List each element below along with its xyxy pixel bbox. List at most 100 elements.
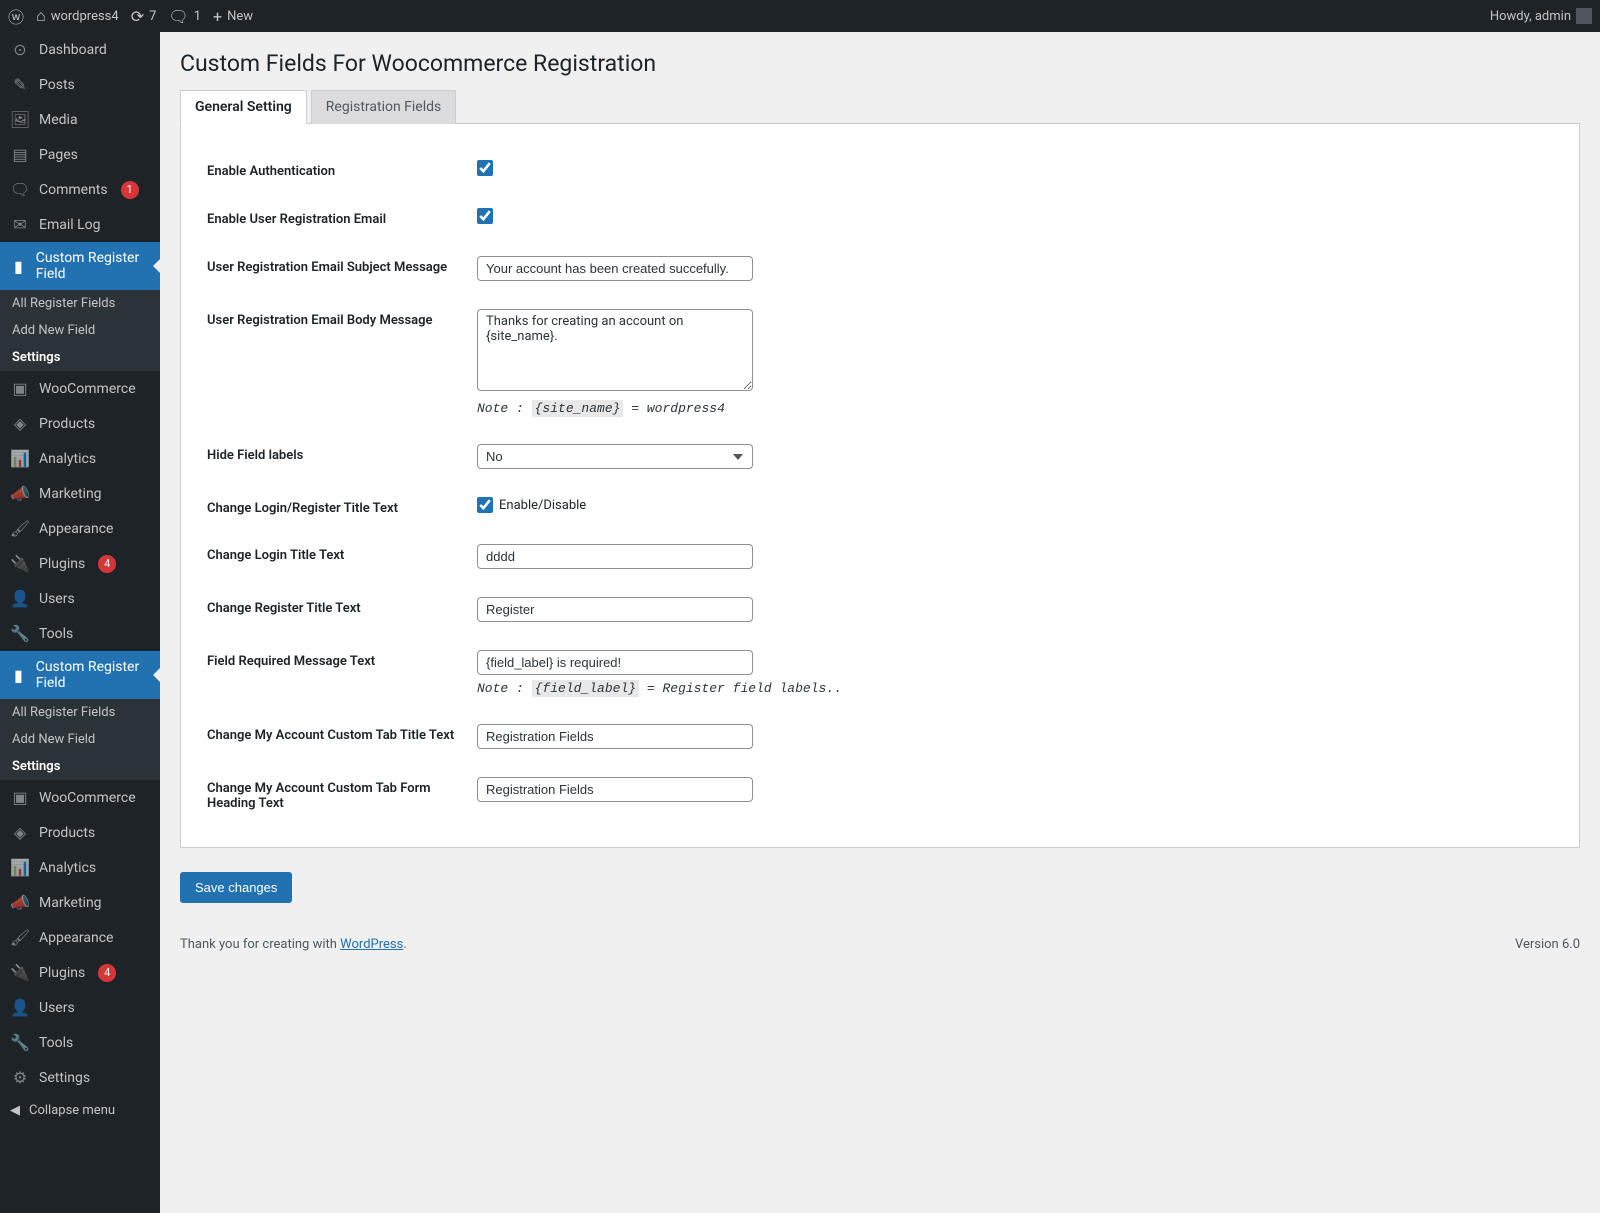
woo-icon: ▣ [10, 788, 30, 807]
comments-count: 1 [194, 9, 201, 24]
collapse-menu[interactable]: ◀Collapse menu [0, 1095, 160, 1126]
plus-icon: + [213, 7, 222, 26]
email-subject-input[interactable] [477, 256, 753, 281]
sidebar-item-email-log[interactable]: ✉Email Log [0, 207, 160, 242]
page-title: Custom Fields For Woocommerce Registrati… [180, 32, 1580, 89]
sidebar-label: Media [39, 112, 78, 128]
sidebar-item-woocommerce[interactable]: ▣ WooCommerce [0, 371, 160, 406]
media-icon: 🖼 [10, 110, 30, 129]
tab-heading-input[interactable] [477, 777, 753, 802]
marketing-icon: 📣 [10, 893, 30, 912]
required-msg-input[interactable] [477, 650, 753, 675]
sidebar-item-custom-register-dup[interactable]: ▮Custom Register Field [0, 651, 160, 699]
sidebar-label: Dashboard [39, 42, 107, 58]
wrench-icon: 🔧 [10, 624, 30, 643]
sidebar-sub-settings-dup[interactable]: Settings [0, 753, 160, 780]
footer-wordpress-link[interactable]: WordPress [340, 937, 403, 952]
sidebar-label: Plugins [39, 965, 85, 981]
change-title-checkbox[interactable] [477, 497, 493, 513]
note-eq: = Register field labels.. [647, 681, 842, 696]
plugins-badge: 4 [98, 555, 116, 573]
products-icon: ◈ [10, 414, 30, 433]
sidebar-item-marketing[interactable]: 📣Marketing [0, 476, 160, 511]
dashboard-icon: ⊙ [10, 40, 30, 59]
sidebar-item-appearance[interactable]: 🖌Appearance [0, 511, 160, 546]
sidebar-item-users-dup[interactable]: 👤 Users [0, 990, 160, 1025]
analytics-icon: 📊 [10, 449, 30, 468]
sidebar-item-analytics-dup[interactable]: 📊Analytics [0, 850, 160, 885]
tabs: General Setting Registration Fields [180, 89, 1580, 124]
sidebar-item-custom-register[interactable]: ▮Custom Register Field [0, 242, 160, 290]
sidebar-label: WooCommerce [39, 790, 136, 806]
login-title-label: Change Login Title Text [207, 544, 477, 569]
sidebar-item-users[interactable]: 👤 Users [0, 581, 160, 616]
sidebar-item-media[interactable]: 🖼 Media [0, 102, 160, 137]
comment-icon: 🗨 [168, 7, 188, 26]
sidebar-item-products-dup[interactable]: ◈Products [0, 815, 160, 850]
sidebar-label: Settings [39, 1070, 90, 1086]
sidebar-label: Products [39, 416, 95, 432]
admin-bar: ⓦ ⌂wordpress4 ⟳7 🗨1 +New Howdy, admin [0, 0, 1600, 32]
woo-icon: ▣ [10, 379, 30, 398]
sidebar-label: Plugins [39, 556, 85, 572]
plugins-badge-dup: 4 [98, 964, 116, 982]
sidebar-item-tools[interactable]: 🔧Tools [0, 616, 160, 651]
sidebar-item-analytics[interactable]: 📊Analytics [0, 441, 160, 476]
change-title-label: Change Login/Register Title Text [207, 497, 477, 516]
sidebar-label: Users [39, 1000, 75, 1016]
plugin-icon: 🔌 [10, 963, 30, 982]
tab-title-label: Change My Account Custom Tab Title Text [207, 724, 477, 749]
sidebar-sub-add-dup[interactable]: Add New Field [0, 726, 160, 753]
sidebar-item-appearance-dup[interactable]: 🖌Appearance [0, 920, 160, 955]
tab-general-setting[interactable]: General Setting [180, 90, 307, 124]
tab-title-input[interactable] [477, 724, 753, 749]
sidebar-label: Pages [39, 147, 78, 163]
sidebar-item-posts[interactable]: ✎Posts [0, 67, 160, 102]
howdy-link[interactable]: Howdy, admin [1490, 8, 1592, 24]
wp-logo[interactable]: ⓦ [8, 4, 24, 28]
tab-registration-fields[interactable]: Registration Fields [311, 90, 456, 124]
footer-version: Version 6.0 [1515, 937, 1580, 952]
note-prefix: Note : [477, 681, 524, 696]
sidebar-sub-settings[interactable]: Settings [0, 344, 160, 371]
sidebar-item-tools-dup[interactable]: 🔧Tools [0, 1025, 160, 1060]
updates-link[interactable]: ⟳7 [131, 7, 157, 26]
sidebar-label: Users [39, 591, 75, 607]
enable-auth-checkbox[interactable] [477, 160, 493, 176]
email-body-textarea[interactable] [477, 309, 753, 391]
new-content-link[interactable]: +New [213, 7, 253, 26]
register-title-input[interactable] [477, 597, 753, 622]
user-icon: 👤 [10, 589, 30, 608]
note-eq: = wordpress4 [631, 401, 725, 416]
save-button[interactable]: Save changes [180, 872, 292, 903]
sidebar-item-pages[interactable]: ▤Pages [0, 137, 160, 172]
sidebar-item-settings[interactable]: ⚙Settings [0, 1060, 160, 1095]
site-name-link[interactable]: ⌂wordpress4 [36, 6, 119, 26]
email-subject-label: User Registration Email Subject Message [207, 256, 477, 281]
hide-labels-select[interactable]: No [477, 444, 753, 469]
email-body-label: User Registration Email Body Message [207, 309, 477, 416]
sidebar-sub-add[interactable]: Add New Field [0, 317, 160, 344]
sidebar-label: WooCommerce [39, 381, 136, 397]
products-icon: ◈ [10, 823, 30, 842]
sidebar-label: Comments [39, 182, 108, 198]
sidebar-item-plugins[interactable]: 🔌 Plugins 4 [0, 546, 160, 581]
sidebar-sub-all-dup[interactable]: All Register Fields [0, 699, 160, 726]
sidebar-item-marketing-dup[interactable]: 📣Marketing [0, 885, 160, 920]
footer-thanks-suffix: . [403, 937, 406, 952]
enable-email-checkbox[interactable] [477, 208, 493, 224]
sidebar-item-plugins-dup[interactable]: 🔌 Plugins 4 [0, 955, 160, 990]
login-title-input[interactable] [477, 544, 753, 569]
sidebar-item-woocommerce-dup[interactable]: ▣ WooCommerce [0, 780, 160, 815]
register-title-label: Change Register Title Text [207, 597, 477, 622]
sidebar-item-comments[interactable]: 🗨Comments1 [0, 172, 160, 207]
sidebar-item-products[interactable]: ◈ Products [0, 406, 160, 441]
wordpress-icon: ⓦ [8, 4, 24, 28]
comments-link[interactable]: 🗨1 [168, 7, 201, 26]
comments-badge: 1 [121, 181, 139, 199]
user-icon: 👤 [10, 998, 30, 1017]
required-msg-note: Note : {field_label} = Register field la… [477, 681, 1553, 696]
sidebar-sub-all[interactable]: All Register Fields [0, 290, 160, 317]
sidebar-item-dashboard[interactable]: ⊙ Dashboard [0, 32, 160, 67]
plugin-icon: 🔌 [10, 554, 30, 573]
